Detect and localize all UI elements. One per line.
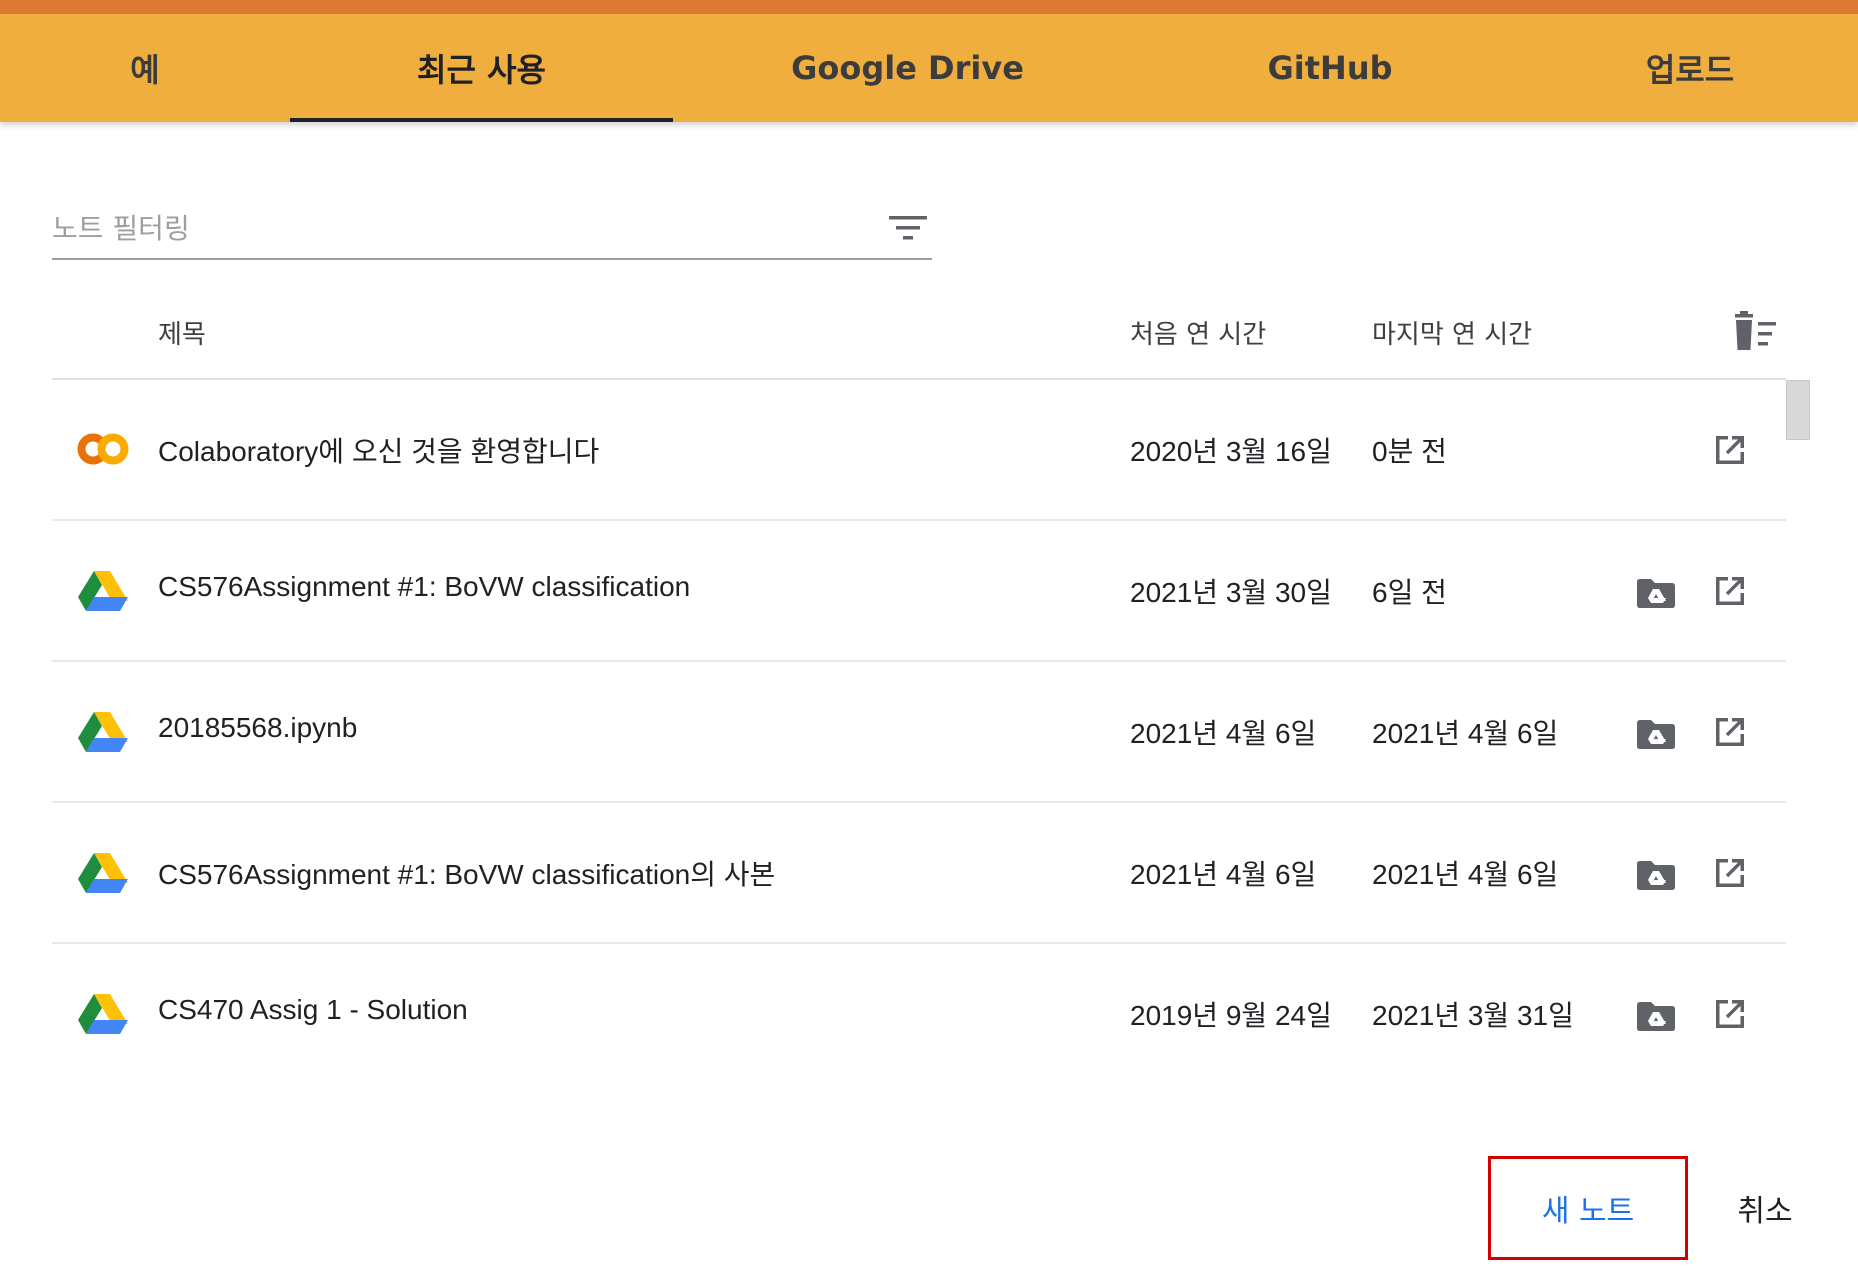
scrollbar-thumb[interactable] — [1786, 380, 1810, 440]
colab-icon — [77, 433, 129, 465]
open-in-new-tab-icon[interactable] — [1712, 996, 1748, 1032]
table-row[interactable]: Colaboratory에 오신 것을 환영합니다 2020년 3월 16일 0… — [52, 380, 1786, 521]
table-row[interactable]: CS576Assignment #1: BoVW classification의… — [52, 803, 1786, 944]
open-notebook-dialog: 예 최근 사용 Google Drive GitHub 업로드 제목 처음 연 … — [0, 0, 1858, 1274]
top-accent-strip — [0, 0, 1858, 14]
last-opened-date: 2021년 4월 6일 — [1372, 718, 1559, 749]
tab-bar: 예 최근 사용 Google Drive GitHub 업로드 — [0, 14, 1858, 122]
first-opened-date: 2021년 3월 30일 — [1130, 577, 1332, 608]
column-first-opened[interactable]: 처음 연 시간 — [1130, 314, 1266, 351]
first-opened-date: 2021년 4월 6일 — [1130, 859, 1317, 890]
table-row[interactable]: CS576Assignment #1: BoVW classification … — [52, 521, 1786, 662]
google-drive-icon — [78, 712, 128, 752]
tab-recent[interactable]: 최근 사용 — [290, 14, 673, 122]
new-notebook-button[interactable]: 새 노트 — [1488, 1156, 1688, 1260]
tab-google-drive[interactable]: Google Drive — [760, 14, 1055, 122]
notebook-title[interactable]: 20185568.ipynb — [158, 712, 357, 744]
google-drive-icon — [78, 853, 128, 893]
drive-folder-icon[interactable] — [1636, 859, 1676, 891]
first-opened-date: 2019년 9월 24일 — [1130, 1000, 1332, 1031]
last-opened-date: 6일 전 — [1372, 577, 1447, 608]
tab-github[interactable]: GitHub — [1190, 14, 1470, 122]
notebook-list: Colaboratory에 오신 것을 환영합니다 2020년 3월 16일 0… — [52, 380, 1786, 1083]
table-row[interactable]: CS470 Assig 1 - Solution 2019년 9월 24일 20… — [52, 944, 1786, 1083]
notebook-title[interactable]: Colaboratory에 오신 것을 환영합니다 — [158, 430, 599, 470]
notebook-title[interactable]: CS576Assignment #1: BoVW classification — [158, 571, 690, 603]
last-opened-date: 0분 전 — [1372, 436, 1447, 467]
notebook-filter — [52, 200, 932, 260]
active-tab-indicator — [290, 118, 673, 122]
open-in-new-tab-icon[interactable] — [1712, 432, 1748, 468]
google-drive-icon — [78, 571, 128, 611]
open-in-new-tab-icon[interactable] — [1712, 714, 1748, 750]
tab-examples[interactable]: 예 — [60, 14, 230, 122]
first-opened-date: 2020년 3월 16일 — [1130, 436, 1332, 467]
tab-upload[interactable]: 업로드 — [1570, 14, 1810, 122]
cancel-button[interactable]: 취소 — [1720, 1176, 1810, 1240]
table-row[interactable]: 20185568.ipynb 2021년 4월 6일 2021년 4월 6일 — [52, 662, 1786, 803]
open-in-new-tab-icon[interactable] — [1712, 855, 1748, 891]
google-drive-icon — [78, 994, 128, 1034]
filter-input[interactable] — [52, 208, 852, 248]
drive-folder-icon[interactable] — [1636, 577, 1676, 609]
drive-folder-icon[interactable] — [1636, 718, 1676, 750]
notebook-title[interactable]: CS470 Assig 1 - Solution — [158, 994, 468, 1026]
first-opened-date: 2021년 4월 6일 — [1130, 718, 1317, 749]
drive-folder-icon[interactable] — [1636, 1000, 1676, 1032]
last-opened-date: 2021년 4월 6일 — [1372, 859, 1559, 890]
column-last-opened[interactable]: 마지막 연 시간 — [1372, 314, 1532, 351]
trash-icon[interactable] — [1730, 310, 1780, 354]
filter-icon[interactable] — [888, 212, 928, 244]
last-opened-date: 2021년 3월 31일 — [1372, 1000, 1574, 1031]
column-title[interactable]: 제목 — [158, 314, 206, 351]
open-in-new-tab-icon[interactable] — [1712, 573, 1748, 609]
scrollbar-track[interactable] — [1786, 380, 1810, 1080]
table-header: 제목 처음 연 시간 마지막 연 시간 — [52, 292, 1786, 380]
notebook-title[interactable]: CS576Assignment #1: BoVW classification의… — [158, 853, 775, 893]
